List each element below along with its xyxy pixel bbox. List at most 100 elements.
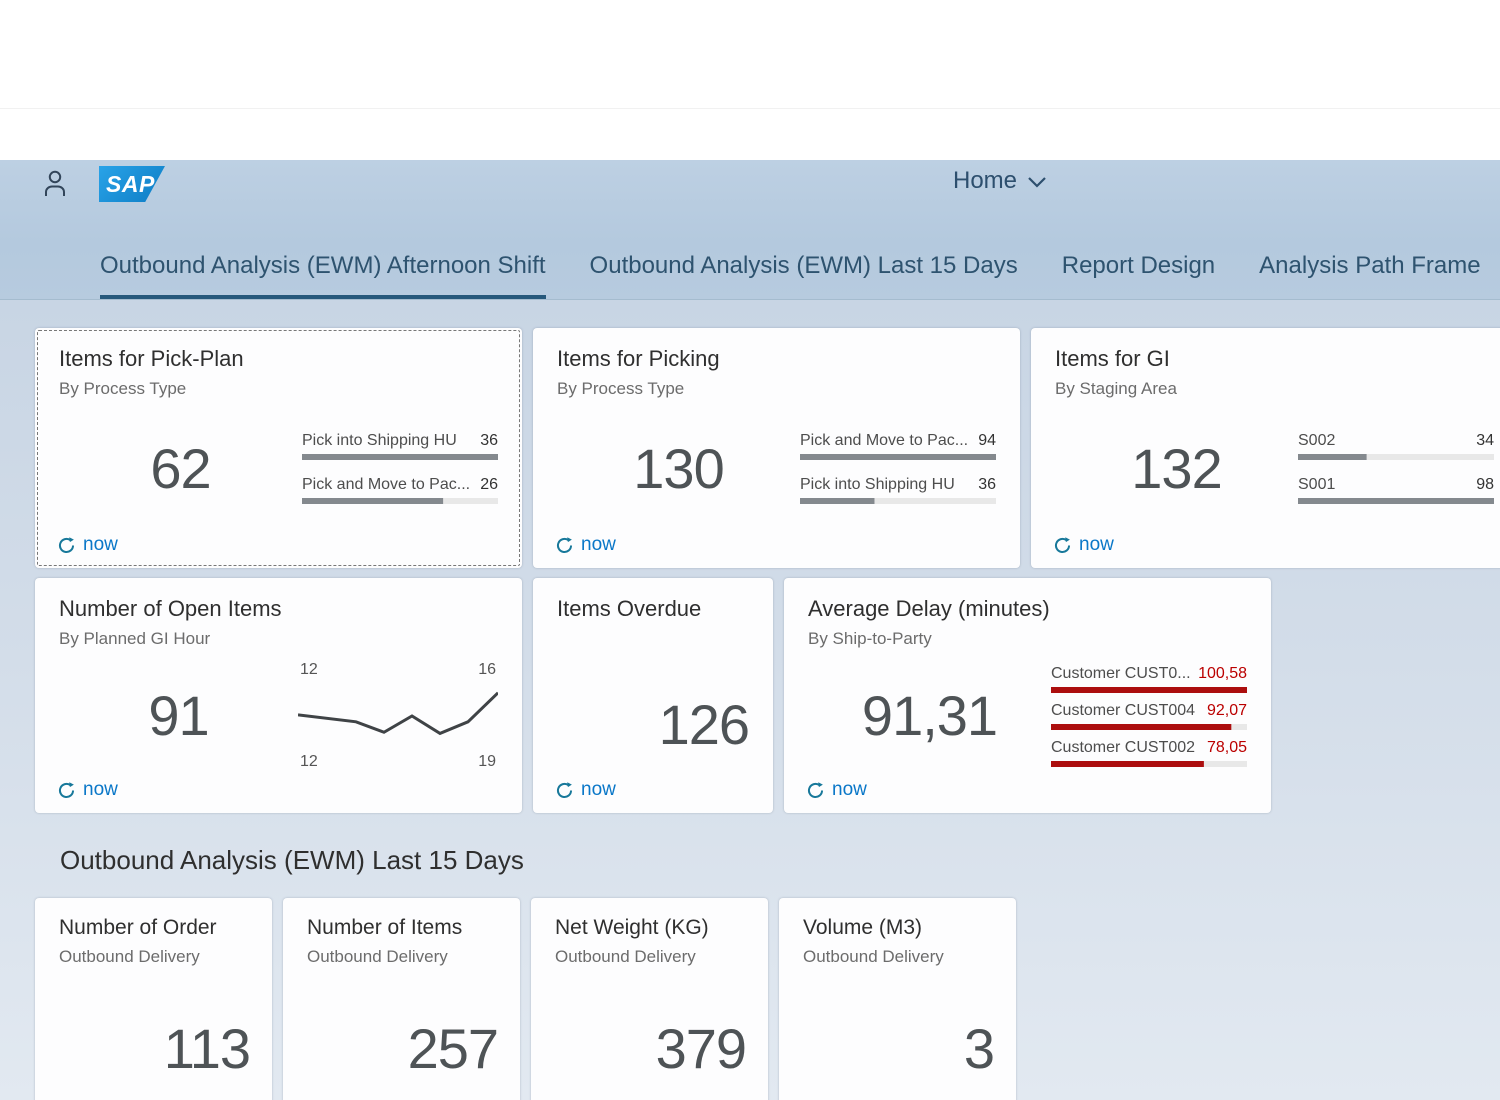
tile-subtitle: Outbound Delivery <box>555 947 744 967</box>
home-label: Home <box>953 167 1017 195</box>
bar <box>302 454 498 460</box>
tab-outbound-afternoon-shift[interactable]: Outbound Analysis (EWM) Afternoon Shift <box>100 252 546 299</box>
sparkline-chart: 12 16 12 19 <box>298 661 498 771</box>
tile-title: Items for GI <box>1055 346 1494 372</box>
bar <box>800 454 996 460</box>
bar <box>1051 687 1247 693</box>
bar-label: Pick and Move to Pac... <box>302 476 470 494</box>
comparison-bar-row: Customer CUST004 92,07 <box>1051 702 1247 730</box>
refresh-icon <box>555 536 574 555</box>
bar-label: Customer CUST002 <box>1051 739 1195 757</box>
bar-value: 94 <box>978 432 996 450</box>
comparison-bar-row: Pick into Shipping HU 36 <box>302 432 498 460</box>
refresh-icon <box>57 536 76 555</box>
sap-logo: SAP <box>99 166 165 202</box>
comparison-bar-row: Pick and Move to Pac... 94 <box>800 432 996 460</box>
bar <box>1298 498 1494 504</box>
tile-subtitle: By Staging Area <box>1055 379 1494 399</box>
refresh-now-link[interactable]: now <box>555 534 616 556</box>
kpi-value: 126 <box>659 692 749 757</box>
tile-net-weight[interactable]: Net Weight (KG) Outbound Delivery 379 <box>531 898 768 1100</box>
user-avatar-icon[interactable] <box>42 168 68 198</box>
tile-title: Net Weight (KG) <box>555 916 744 940</box>
bar-label: S001 <box>1298 476 1335 494</box>
tile-items-for-gi[interactable]: Items for GI By Staging Area 132 S002 34 <box>1031 328 1500 568</box>
tile-volume[interactable]: Volume (M3) Outbound Delivery 3 <box>779 898 1016 1100</box>
bar-label: S002 <box>1298 432 1335 450</box>
spark-label-top-left: 12 <box>300 661 318 679</box>
bar <box>302 498 498 504</box>
refresh-label: now <box>83 779 118 801</box>
kpi-value: 62 <box>59 436 302 501</box>
tile-average-delay[interactable]: Average Delay (minutes) By Ship-to-Party… <box>784 578 1271 813</box>
tile-subtitle: Outbound Delivery <box>59 947 248 967</box>
chevron-down-icon <box>1027 176 1047 189</box>
tab-bar: Outbound Analysis (EWM) Afternoon Shift … <box>100 252 1481 299</box>
bar-label: Pick and Move to Pac... <box>800 432 968 450</box>
tile-subtitle: By Process Type <box>557 379 996 399</box>
refresh-icon <box>555 781 574 800</box>
refresh-icon <box>806 781 825 800</box>
bar-label: Customer CUST0... <box>1051 665 1191 683</box>
home-menu-button[interactable]: Home <box>953 167 1047 195</box>
bar-value: 36 <box>480 432 498 450</box>
bar-value: 78,05 <box>1207 739 1247 757</box>
tile-subtitle: By Planned GI Hour <box>59 629 498 649</box>
top-white-strip <box>0 0 1500 160</box>
kpi-value: 113 <box>164 1016 250 1081</box>
bar-value: 100,58 <box>1198 665 1247 683</box>
kpi-value: 130 <box>557 436 800 501</box>
tile-items-overdue[interactable]: Items Overdue 126 now <box>533 578 773 813</box>
comparison-chart: Pick into Shipping HU 36 Pick and Move t… <box>302 432 498 504</box>
refresh-label: now <box>832 779 867 801</box>
spark-label-bottom-right: 19 <box>478 753 496 771</box>
refresh-icon <box>1053 536 1072 555</box>
comparison-bar-row: S001 98 <box>1298 476 1494 504</box>
comparison-chart: S002 34 S001 98 <box>1298 432 1494 504</box>
bar-label: Pick into Shipping HU <box>800 476 955 494</box>
bar-label: Customer CUST004 <box>1051 702 1195 720</box>
tile-subtitle: By Ship-to-Party <box>808 629 1247 649</box>
section-title: Outbound Analysis (EWM) Last 15 Days <box>60 845 1500 876</box>
tile-title: Items Overdue <box>557 596 749 622</box>
tile-title: Number of Order <box>59 916 248 940</box>
tile-title: Average Delay (minutes) <box>808 596 1247 622</box>
tile-items-for-pick-plan[interactable]: Items for Pick-Plan By Process Type 62 P… <box>35 328 522 568</box>
kpi-value: 91 <box>59 683 298 748</box>
refresh-now-link[interactable]: now <box>806 779 867 801</box>
kpi-value: 132 <box>1055 436 1298 501</box>
tile-row-2: Number of Open Items By Planned GI Hour … <box>35 578 1500 813</box>
tile-title: Volume (M3) <box>803 916 992 940</box>
comparison-bar-row: Pick into Shipping HU 36 <box>800 476 996 504</box>
tab-report-design[interactable]: Report Design <box>1062 252 1215 299</box>
tile-number-of-items[interactable]: Number of Items Outbound Delivery 257 <box>283 898 520 1100</box>
tile-items-for-picking[interactable]: Items for Picking By Process Type 130 Pi… <box>533 328 1020 568</box>
bar-value: 92,07 <box>1207 702 1247 720</box>
kpi-value: 379 <box>656 1016 746 1081</box>
bar-label: Pick into Shipping HU <box>302 432 457 450</box>
tile-title: Number of Items <box>307 916 496 940</box>
refresh-now-link[interactable]: now <box>57 779 118 801</box>
refresh-label: now <box>581 534 616 556</box>
comparison-chart: Pick and Move to Pac... 94 Pick into Shi… <box>800 432 996 504</box>
tab-analysis-path-framework[interactable]: Analysis Path Frame <box>1259 252 1480 299</box>
spark-label-bottom-left: 12 <box>300 753 318 771</box>
refresh-now-link[interactable]: now <box>555 779 616 801</box>
tile-number-of-open-items[interactable]: Number of Open Items By Planned GI Hour … <box>35 578 522 813</box>
tile-title: Items for Picking <box>557 346 996 372</box>
bar-value: 26 <box>480 476 498 494</box>
comparison-bar-row: Customer CUST0... 100,58 <box>1051 665 1247 693</box>
kpi-value: 3 <box>964 1016 994 1081</box>
refresh-now-link[interactable]: now <box>1053 534 1114 556</box>
bar <box>800 498 996 504</box>
tile-subtitle: By Process Type <box>59 379 498 399</box>
tile-row-3: Number of Order Outbound Delivery 113 Nu… <box>35 898 1500 1100</box>
tab-outbound-last-15-days[interactable]: Outbound Analysis (EWM) Last 15 Days <box>590 252 1018 299</box>
bar-value: 34 <box>1476 432 1494 450</box>
refresh-label: now <box>581 779 616 801</box>
tile-number-of-order[interactable]: Number of Order Outbound Delivery 113 <box>35 898 272 1100</box>
refresh-now-link[interactable]: now <box>57 534 118 556</box>
bar <box>1051 724 1247 730</box>
tile-row-1: Items for Pick-Plan By Process Type 62 P… <box>35 328 1500 568</box>
dashboard-content: Items for Pick-Plan By Process Type 62 P… <box>0 300 1500 1100</box>
